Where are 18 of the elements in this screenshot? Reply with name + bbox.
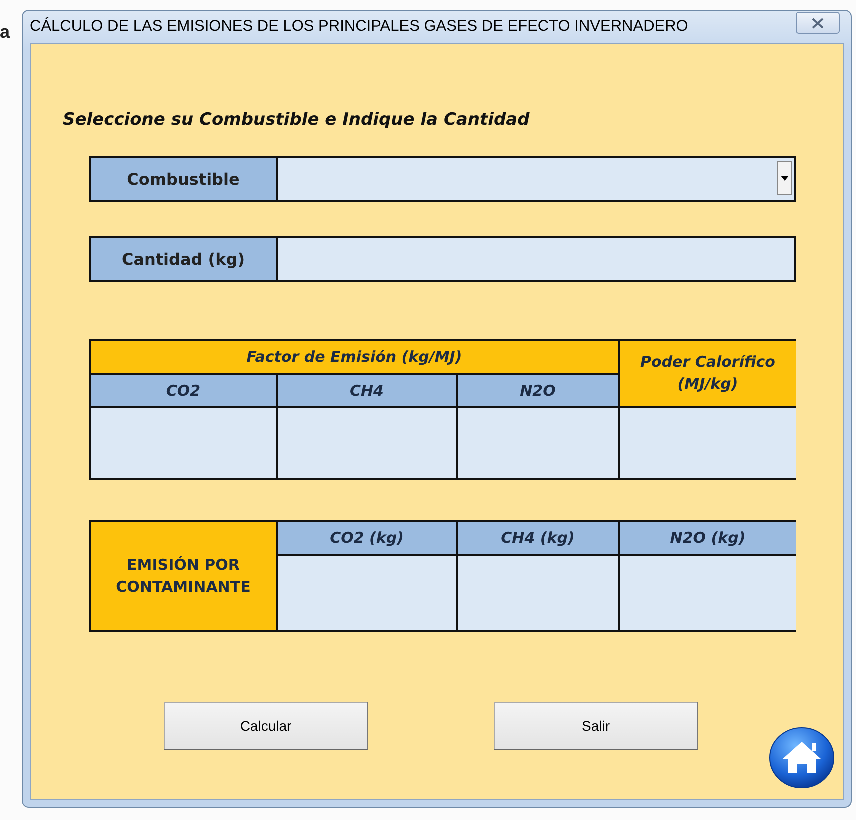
close-icon [812, 18, 824, 28]
window-title: CÁLCULO DE LAS EMISIONES DE LOS PRINCIPALES GASES DE EFECTO INVERNADERO [30, 18, 688, 36]
home-icon[interactable] [769, 727, 835, 789]
column-header: N2O (kg) [620, 522, 796, 554]
column-header: CO2 [91, 375, 276, 406]
column-group-header: Factor de Emisión (kg/MJ) [91, 341, 618, 373]
action-button[interactable]: Calcular [164, 702, 368, 750]
row-header: EMISIÓN POR CONTAMINANTE [91, 522, 276, 630]
column-header: CH4 [278, 375, 456, 406]
field-label: Combustible [91, 158, 278, 200]
column-header: Poder Calorífico (MJ/kg) [620, 341, 796, 406]
column-header: N2O [458, 375, 618, 406]
background-text: a [0, 22, 10, 43]
close-button[interactable] [796, 12, 840, 34]
column-header: CO2 (kg) [278, 522, 456, 554]
action-button[interactable]: Salir [494, 702, 698, 750]
column-header: CH4 (kg) [458, 522, 618, 554]
form-heading: Seleccione su Combustible e Indique la Cantidad [63, 110, 530, 130]
